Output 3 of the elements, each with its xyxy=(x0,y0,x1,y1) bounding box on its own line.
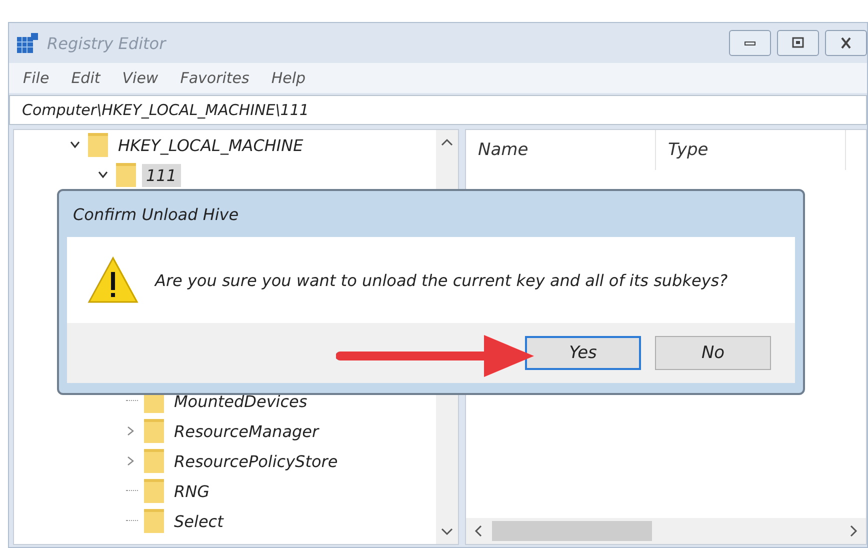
dialog-message: Are you sure you want to unload the current key and all of its subkeys? xyxy=(155,270,728,290)
window-title: Registry Editor xyxy=(47,34,166,52)
dialog-title: Confirm Unload Hive xyxy=(72,204,240,226)
